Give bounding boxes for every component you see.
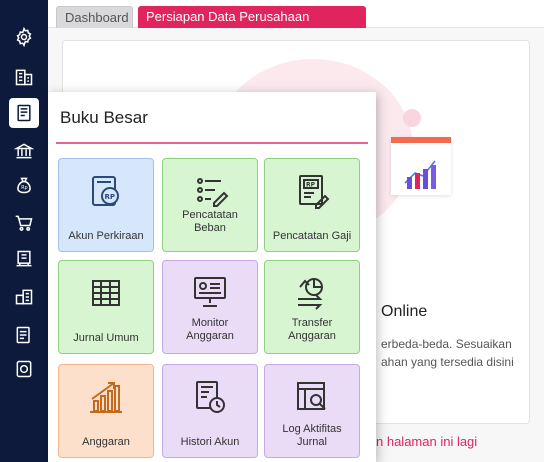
asset-icon	[16, 360, 32, 378]
tile-anggaran[interactable]: Anggaran	[58, 364, 154, 458]
transfer-icon	[298, 278, 323, 310]
sidebar: Rp	[0, 0, 48, 462]
hide-page-link[interactable]: n halaman ini lagi	[376, 434, 477, 449]
tile-label: Pencatatan Beban	[182, 209, 238, 234]
svg-text:Rp: Rp	[21, 185, 28, 191]
building-icon	[15, 69, 33, 86]
cart-icon	[15, 215, 33, 231]
ledger-icon	[17, 104, 31, 122]
tile-monitor-anggaran[interactable]: Monitor Anggaran	[162, 260, 258, 354]
illustration-dot	[403, 109, 421, 127]
table-grid-icon	[92, 280, 120, 306]
analytics-illustration-icon	[391, 137, 451, 195]
svg-text:RP: RP	[105, 193, 116, 201]
popup-title: Buku Besar	[60, 108, 148, 127]
tile-label: Akun Perkiraan	[68, 230, 144, 242]
tile-label: Anggaran	[82, 436, 130, 448]
tile-label: Jurnal Umum	[73, 332, 139, 344]
inventory-icon	[15, 289, 33, 305]
log-search-icon	[297, 382, 326, 410]
tax-icon	[16, 326, 30, 344]
sidebar-item-bank[interactable]	[9, 136, 39, 166]
payroll-icon: RP	[299, 175, 330, 209]
sidebar-item-tax[interactable]	[9, 320, 39, 350]
sidebar-item-inventory[interactable]	[9, 282, 39, 312]
sidebar-item-company[interactable]	[9, 62, 39, 92]
money-bag-icon: Rp	[17, 177, 31, 194]
history-icon	[196, 381, 225, 413]
sidebar-item-ledger[interactable]	[9, 98, 39, 128]
online-heading: Online	[381, 303, 428, 320]
bank-icon	[14, 143, 34, 159]
tile-transfer-anggaran[interactable]: Transfer Anggaran	[264, 260, 360, 354]
gear-icon	[16, 27, 32, 47]
growth-chart-icon	[90, 382, 122, 413]
tile-label: Transfer Anggaran	[288, 317, 336, 342]
tile-log-aktifitas-jurnal[interactable]: Log Aktifitas Jurnal	[264, 364, 360, 458]
tab-persiapan-data[interactable]: Persiapan Data Perusahaan	[138, 6, 366, 28]
tab-dashboard[interactable]: Dashboard	[56, 6, 133, 28]
purchase-icon	[16, 250, 32, 267]
monitor-icon	[194, 277, 226, 307]
calculator-rp-icon: RP	[92, 176, 119, 206]
sidebar-item-asset[interactable]	[9, 354, 39, 384]
sidebar-item-settings[interactable]	[9, 22, 39, 52]
tile-histori-akun[interactable]: Histori Akun	[162, 364, 258, 458]
tile-jurnal-umum[interactable]: Jurnal Umum	[58, 260, 154, 354]
tile-pencatatan-beban[interactable]: Pencatatan Beban	[162, 158, 258, 252]
tile-pencatatan-gaji[interactable]: RP Pencatatan Gaji	[264, 158, 360, 252]
tab-bar: Dashboard Persiapan Data Perusahaan	[48, 0, 544, 28]
tile-akun-perkiraan[interactable]: RP Akun Perkiraan	[58, 158, 154, 252]
sidebar-item-purchase[interactable]	[9, 244, 39, 274]
description-line: ahan yang tersedia disini	[381, 355, 514, 369]
tile-label: Histori Akun	[180, 436, 240, 448]
tile-label: Pencatatan Gaji	[272, 230, 352, 242]
checklist-icon	[197, 178, 229, 207]
tile-label: Monitor Anggaran	[186, 317, 234, 342]
sidebar-item-revenue[interactable]: Rp	[9, 170, 39, 200]
app-window: Rp Dashboard Persiapan Data Perusahaan O…	[0, 0, 544, 462]
description-line: erbeda-beda. Sesuaikan	[381, 337, 512, 351]
ledger-popup-menu: Buku Besar RP Akun Perkiraan Pencatatan …	[48, 92, 376, 462]
tile-label: Log Aktifitas Jurnal	[282, 423, 342, 448]
sidebar-item-sales[interactable]	[9, 208, 39, 238]
svg-text:RP: RP	[306, 182, 316, 189]
title-divider	[56, 142, 368, 144]
